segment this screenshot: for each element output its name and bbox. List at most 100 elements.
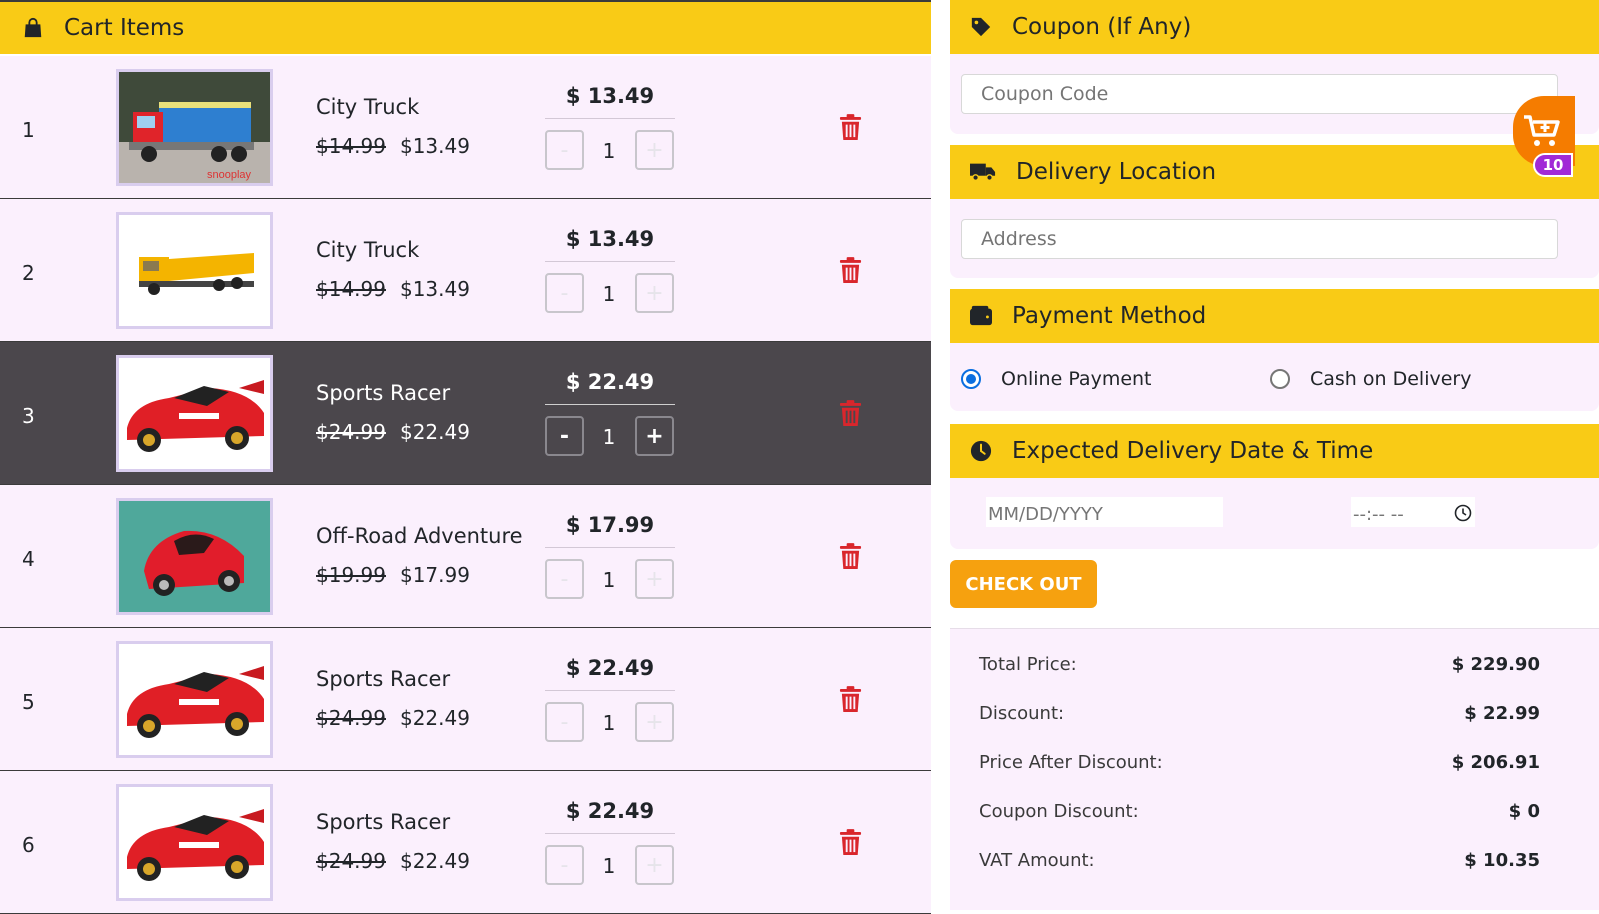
product-image-sports-racer bbox=[116, 355, 273, 472]
floating-cart-button[interactable]: 10 bbox=[1513, 96, 1575, 177]
online-payment-radio[interactable]: Online Payment bbox=[961, 368, 1152, 390]
decrease-qty-button[interactable]: - bbox=[545, 559, 584, 599]
summary-label: Coupon Discount: bbox=[979, 801, 1139, 822]
decrease-qty-button[interactable]: - bbox=[545, 130, 584, 170]
decrease-qty-button[interactable]: - bbox=[545, 273, 584, 313]
coupon-title: Coupon (If Any) bbox=[1012, 14, 1192, 40]
product-image-sports-racer bbox=[116, 784, 273, 901]
radio-selected-icon[interactable] bbox=[961, 369, 981, 389]
increase-qty-button[interactable]: + bbox=[635, 130, 674, 170]
product-prices: $14.99 $13.49 bbox=[316, 277, 470, 301]
cart-row[interactable]: 1 snooplay City Truck $14.99 $13.49 $ 13.… bbox=[0, 56, 931, 199]
increase-qty-button[interactable]: + bbox=[635, 702, 674, 742]
increase-qty-button[interactable]: + bbox=[635, 845, 674, 885]
product-prices: $24.99 $22.49 bbox=[316, 849, 470, 873]
trash-icon[interactable] bbox=[839, 829, 862, 856]
sale-price: $22.49 bbox=[399, 849, 470, 873]
cart-header: Cart Items bbox=[0, 2, 931, 54]
original-price: $24.99 bbox=[316, 849, 386, 873]
delivery-card: Delivery Location bbox=[950, 145, 1599, 278]
summary-row-discount: Discount: $ 22.99 bbox=[979, 703, 1540, 724]
trash-icon[interactable] bbox=[839, 114, 862, 141]
row-index: 6 bbox=[22, 833, 35, 857]
decrease-qty-button[interactable]: - bbox=[545, 702, 584, 742]
summary-row-vat: VAT Amount: $ 10.35 bbox=[979, 850, 1540, 871]
quantity-value: 1 bbox=[602, 282, 616, 306]
svg-text:snooplay: snooplay bbox=[207, 169, 252, 181]
trash-icon[interactable] bbox=[839, 686, 862, 713]
quantity-value: 1 bbox=[602, 854, 616, 878]
cart-plus-icon bbox=[1523, 114, 1561, 148]
sale-price: $17.99 bbox=[399, 563, 470, 587]
product-prices: $14.99 $13.49 bbox=[316, 134, 470, 158]
line-total: $ 22.49 bbox=[545, 656, 675, 691]
line-total: $ 13.49 bbox=[545, 227, 675, 262]
payment-header: Payment Method bbox=[950, 289, 1599, 343]
cart-row[interactable]: 5 Sports Racer $24.99 $22.49 $ 22.49 - 1 … bbox=[0, 628, 931, 771]
address-input[interactable] bbox=[961, 219, 1558, 259]
order-summary: Total Price: $ 229.90 Discount: $ 22.99 … bbox=[950, 628, 1599, 910]
row-index: 3 bbox=[22, 404, 35, 428]
sale-price: $22.49 bbox=[399, 420, 470, 444]
product-name: Sports Racer bbox=[316, 381, 451, 405]
summary-row-total: Total Price: $ 229.90 bbox=[979, 654, 1540, 675]
cash-on-delivery-radio[interactable]: Cash on Delivery bbox=[1270, 368, 1471, 390]
line-total: $ 17.99 bbox=[545, 513, 675, 548]
summary-row-coupon-discount: Coupon Discount: $ 0 bbox=[979, 801, 1540, 822]
summary-value: $ 10.35 bbox=[1464, 850, 1540, 871]
cash-on-delivery-label: Cash on Delivery bbox=[1310, 368, 1472, 390]
online-payment-label: Online Payment bbox=[1001, 368, 1152, 390]
product-image-city-truck: snooplay bbox=[116, 69, 273, 186]
summary-value: $ 22.99 bbox=[1464, 703, 1540, 724]
checkout-button[interactable]: CHECK OUT bbox=[950, 560, 1097, 608]
product-name: Off-Road Adventure bbox=[316, 524, 523, 548]
product-prices: $19.99 $17.99 bbox=[316, 563, 470, 587]
summary-label: Discount: bbox=[979, 703, 1065, 724]
payment-card: Payment Method bbox=[950, 289, 1599, 411]
coupon-header: Coupon (If Any) bbox=[950, 0, 1599, 54]
original-price: $14.99 bbox=[316, 134, 386, 158]
decrease-qty-button[interactable]: - bbox=[545, 845, 584, 885]
cart-row[interactable]: 2 City Truck $14.99 $13.49 $ 13.49 - 1 + bbox=[0, 199, 931, 342]
quantity-value: 1 bbox=[602, 568, 616, 592]
schedule-card: Expected Delivery Date & Time bbox=[950, 424, 1599, 549]
summary-row-after-discount: Price After Discount: $ 206.91 bbox=[979, 752, 1540, 773]
product-prices: $24.99 $22.49 bbox=[316, 706, 470, 730]
schedule-title: Expected Delivery Date & Time bbox=[1012, 438, 1374, 464]
truck-icon bbox=[970, 160, 996, 184]
original-price: $19.99 bbox=[316, 563, 386, 587]
sale-price: $22.49 bbox=[399, 706, 470, 730]
increase-qty-button[interactable]: + bbox=[635, 559, 674, 599]
line-total: $ 22.49 bbox=[545, 370, 675, 405]
quantity-value: 1 bbox=[602, 139, 616, 163]
product-name: City Truck bbox=[316, 238, 420, 262]
coupon-code-input[interactable] bbox=[961, 74, 1558, 114]
product-image-off-road-adventure bbox=[116, 498, 273, 615]
time-picker-icon[interactable] bbox=[1454, 504, 1472, 522]
cart-row[interactable]: 6 Sports Racer $24.99 $22.49 $ 22.49 - 1 … bbox=[0, 771, 931, 914]
radio-unselected-icon[interactable] bbox=[1270, 369, 1290, 389]
cart-row[interactable]: 4 Off-Road Adventure $19.99 $17.99 $ 17.9… bbox=[0, 485, 931, 628]
quantity-value: 1 bbox=[602, 425, 616, 449]
row-index: 1 bbox=[22, 118, 35, 142]
sale-price: $13.49 bbox=[399, 134, 470, 158]
trash-icon[interactable] bbox=[839, 257, 862, 284]
row-index: 4 bbox=[22, 547, 35, 571]
product-name: Sports Racer bbox=[316, 810, 451, 834]
original-price: $14.99 bbox=[316, 277, 386, 301]
cart-row-selected[interactable]: 3 Sports Racer $24.99 $22.49 $ 22.49 - 1 … bbox=[0, 342, 931, 485]
decrease-qty-button[interactable]: - bbox=[545, 416, 584, 456]
summary-label: Total Price: bbox=[979, 654, 1077, 675]
schedule-header: Expected Delivery Date & Time bbox=[950, 424, 1599, 478]
cart-panel: Cart Items 1 snooplay City Truck $14.99 $… bbox=[0, 0, 931, 914]
checkout-panel: Coupon (If Any) Delivery Location Paymen… bbox=[950, 0, 1599, 910]
row-index: 2 bbox=[22, 261, 35, 285]
line-total: $ 22.49 bbox=[545, 799, 675, 834]
trash-icon[interactable] bbox=[839, 543, 862, 570]
payment-title: Payment Method bbox=[1012, 303, 1207, 329]
trash-icon[interactable] bbox=[839, 400, 862, 427]
increase-qty-button[interactable]: + bbox=[635, 416, 674, 456]
delivery-date-input[interactable] bbox=[986, 497, 1223, 527]
cart-count-badge: 10 bbox=[1533, 153, 1573, 177]
increase-qty-button[interactable]: + bbox=[635, 273, 674, 313]
